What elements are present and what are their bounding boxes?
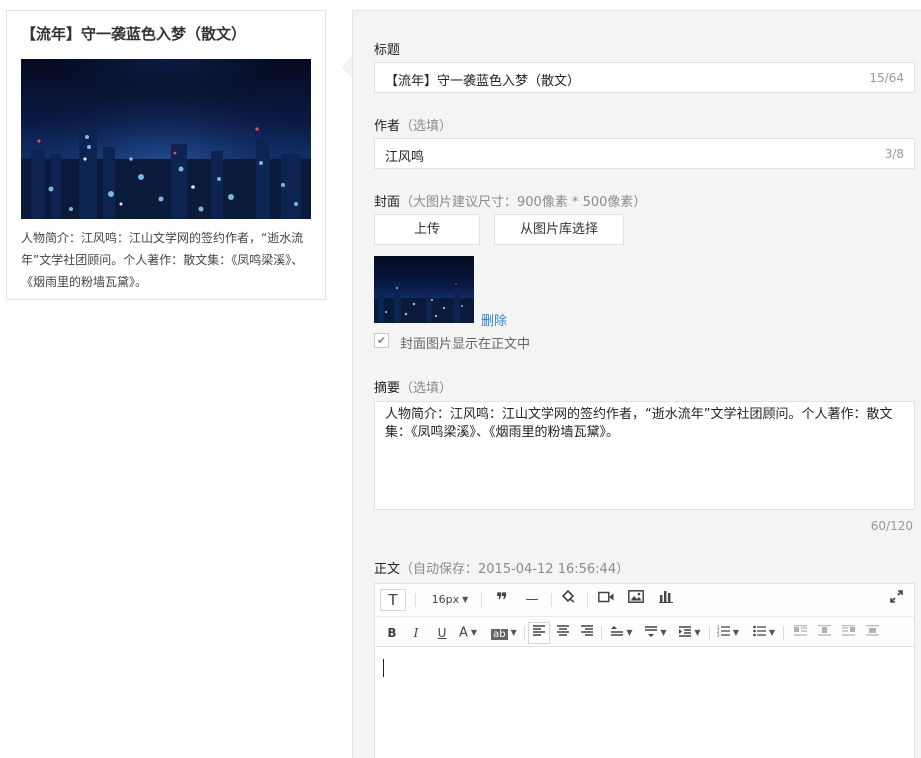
bold-icon[interactable]: B [381,622,403,644]
chevron-down-icon: ▼ [626,628,633,637]
chevron-down-icon: ▼ [768,628,776,637]
cover-label-text: 封面 [374,195,401,210]
align-left-icon[interactable] [528,622,550,644]
summary-textarea[interactable]: 人物简介：江风鸣：江山文学网的签约作者，“逝水流年”文学社团顾问。个人著作：散文… [374,401,915,510]
cover-label: 封面（大图片建议尺寸：900像素 * 500像素） [374,191,646,210]
title-input[interactable]: 【流年】守一袭蓝色入梦（散文） 15/64 [374,62,915,93]
line-spacing-icon[interactable]: ▼ [607,622,637,644]
image-float-right-icon[interactable] [837,622,859,644]
svg-text:3: 3 [717,633,720,637]
video-icon[interactable] [595,589,617,611]
body-label-text: 正文 [374,562,401,577]
preview-title: 【流年】守一袭蓝色入梦（散文） [21,25,247,43]
align-center-icon[interactable] [552,622,574,644]
font-size-select[interactable]: 16px ▼ [425,589,475,611]
text-format-icon[interactable]: T [380,589,406,611]
editor-panel: 标题 【流年】守一袭蓝色入梦（散文） 15/64 作者（选填） 江风鸣 3/8 … [352,10,921,758]
author-label: 作者（选填） [374,115,452,134]
chevron-down-icon: ▼ [732,628,740,637]
horizontal-rule-icon[interactable]: — [521,589,543,611]
toolbar-divider [601,626,602,640]
author-input[interactable]: 江风鸣 3/8 [374,138,915,169]
autosave-status: （自动保存：2015-04-12 16:56:44） [400,562,630,577]
chevron-down-icon: ▼ [510,628,517,637]
article-preview-card[interactable]: 【流年】守一袭蓝色入梦（散文） 人物简介：江风鸣：江山文学网的签约作者，“逝水流… [6,10,326,300]
author-optional-hint: （选填） [400,119,453,134]
toolbar-divider [481,593,482,607]
body-editor[interactable] [374,647,915,758]
author-label-text: 作者 [374,119,401,134]
paragraph-spacing-icon[interactable]: ▼ [641,622,671,644]
preview-cover-image [21,59,311,219]
toolbar-row-1: T 16px ▼ ❞ — [375,584,914,616]
toolbar-divider [709,626,710,640]
choose-from-library-button[interactable]: 从图片库选择 [494,214,624,245]
toolbar-divider [587,593,588,607]
underline-icon[interactable]: U [431,622,453,644]
toolbar-divider [524,626,525,640]
body-label: 正文（自动保存：2015-04-12 16:56:44） [374,558,629,577]
ordered-list-icon[interactable]: 1 2 3 ▼ [713,622,743,644]
page: 【流年】守一袭蓝色入梦（散文） 人物简介：江风鸣：江山文学网的签约作者，“逝水流… [0,0,921,758]
highlight-swatch-icon: ab [491,628,508,640]
author-char-count: 3/8 [884,147,904,161]
font-size-value: 16px [431,593,460,606]
summary-label: 摘要（选填） [374,377,452,396]
fullscreen-icon[interactable] [885,589,907,611]
preview-summary: 人物简介：江风鸣：江山文学网的签约作者，“逝水流年”文学社团顾问。个人著作：散文… [21,231,304,289]
blockquote-icon[interactable]: ❞ [491,589,513,611]
font-color-icon[interactable]: A ▼ [453,622,483,644]
toolbar-row-2: B I U A ▼ ab ▼ ▼ ▼ ▼ 1 2 3 ▼ ▼ [375,616,914,648]
upload-button[interactable]: 上传 [374,214,480,245]
cover-thumbnail [374,256,474,323]
author-input-value[interactable]: 江风鸣 [385,146,424,165]
title-label: 标题 [374,43,401,58]
toolbar-divider [415,593,416,607]
city-night-thumbnail-image [374,283,474,323]
title-char-count: 15/64 [869,71,904,85]
image-center-icon[interactable] [861,622,883,644]
chevron-down-icon: ▼ [470,628,478,637]
chart-icon[interactable] [655,589,677,611]
chevron-down-icon: ▼ [694,628,701,637]
indent-icon[interactable]: ▼ [675,622,705,644]
delete-cover-link[interactable]: 删除 [481,310,507,329]
summary-char-count: 60/120 [870,519,913,533]
italic-icon[interactable]: I [405,622,427,644]
cover-size-hint: （大图片建议尺寸：900像素 * 500像素） [400,195,647,210]
summary-optional-hint: （选填） [400,381,453,396]
chevron-down-icon: ▼ [462,595,469,604]
image-inline-icon[interactable] [813,622,835,644]
text-cursor [383,659,384,677]
image-float-left-icon[interactable] [789,622,811,644]
chevron-down-icon: ▼ [660,628,667,637]
summary-label-text: 摘要 [374,381,401,396]
show-cover-in-body-label: 封面图片显示在正文中 [400,337,531,352]
align-right-icon[interactable] [576,622,598,644]
highlight-color-icon[interactable]: ab ▼ [487,622,521,644]
city-night-image [21,59,311,219]
show-cover-in-body-checkbox[interactable]: ✔ [374,333,389,348]
unordered-list-icon[interactable]: ▼ [749,622,779,644]
toolbar-divider [551,593,552,607]
toolbar-divider [783,626,784,640]
image-icon[interactable] [625,589,647,611]
title-input-value[interactable]: 【流年】守一袭蓝色入梦（散文） [385,70,580,89]
format-painter-icon[interactable] [557,589,579,611]
rich-text-toolbar: T 16px ▼ ❞ — B I U A ▼ ab ▼ ▼ ▼ ▼ 1 2 3 … [374,583,915,647]
